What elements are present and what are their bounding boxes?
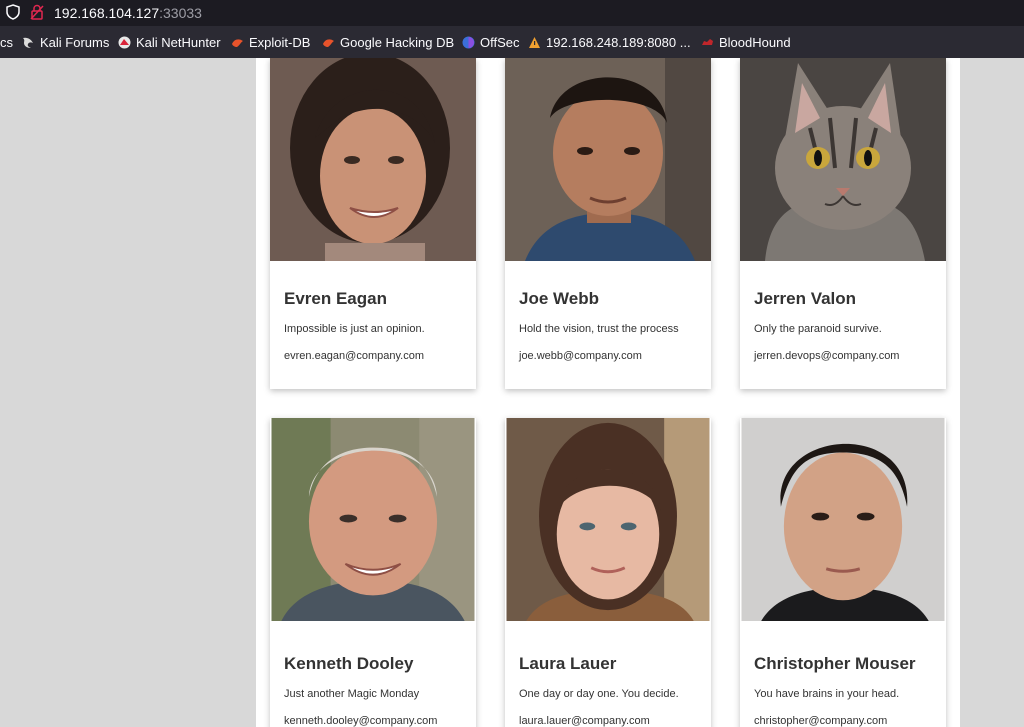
member-name: Laura Lauer bbox=[519, 654, 617, 673]
member-quote: One day or day one. You decide. bbox=[519, 688, 679, 700]
team-card: Evren Eagan Impossible is just an opinio… bbox=[270, 58, 476, 389]
member-name: Evren Eagan bbox=[284, 289, 387, 308]
bookmark-label: 192.168.248.189:8080 ... bbox=[546, 35, 691, 50]
exploit-db-icon bbox=[231, 36, 244, 49]
bookmarks-toolbar: cs Kali Forums Kali NetHunter Exploit-DB… bbox=[0, 26, 1024, 58]
member-quote: Only the paranoid survive. bbox=[754, 323, 882, 335]
bookmark-label: Google Hacking DB bbox=[340, 35, 455, 50]
nethunter-icon bbox=[118, 36, 131, 49]
member-email: kenneth.dooley@company.com bbox=[284, 715, 438, 727]
member-email: christopher@company.com bbox=[754, 715, 888, 727]
bookmark-exploit-db[interactable]: Exploit-DB bbox=[231, 35, 310, 50]
bookmark-label: Kali NetHunter bbox=[136, 35, 221, 50]
ghdb-icon bbox=[322, 36, 335, 49]
bookmark-docs[interactable]: cs bbox=[0, 35, 13, 50]
member-name: Christopher Mouser bbox=[754, 654, 916, 673]
bookmark-label: OffSec bbox=[480, 35, 520, 50]
member-name: Kenneth Dooley bbox=[284, 654, 414, 673]
insecure-lock-icon[interactable] bbox=[30, 4, 44, 25]
team-card: Joe Webb Hold the vision, trust the proc… bbox=[505, 58, 711, 389]
bookmark-192-168-248-189[interactable]: 192.168.248.189:8080 ... bbox=[528, 35, 691, 50]
bookmark-bloodhound[interactable]: BloodHound bbox=[701, 35, 791, 50]
profile-photo bbox=[271, 418, 475, 621]
kali-dragon-icon bbox=[22, 36, 35, 49]
member-quote: Just another Magic Monday bbox=[284, 688, 420, 700]
member-name: Joe Webb bbox=[519, 289, 599, 308]
bookmark-label: Exploit-DB bbox=[249, 35, 311, 50]
page-viewport: Evren Eagan Impossible is just an opinio… bbox=[0, 58, 1024, 727]
member-quote: Hold the vision, trust the process bbox=[519, 323, 679, 335]
team-card: Christopher Mouser You have brains in yo… bbox=[740, 418, 946, 727]
member-quote: You have brains in your head. bbox=[754, 688, 900, 700]
member-email: jerren.devops@company.com bbox=[754, 350, 900, 362]
profile-photo bbox=[740, 58, 946, 261]
team-card: Jerren Valon Only the paranoid survive. … bbox=[740, 58, 946, 389]
profile-photo bbox=[270, 58, 476, 261]
bookmark-google-hacking-db[interactable]: Google Hacking DB bbox=[322, 35, 454, 50]
member-email: evren.eagan@company.com bbox=[284, 350, 424, 362]
bloodhound-icon bbox=[701, 36, 714, 49]
bookmark-kali-forums[interactable]: Kali Forums bbox=[22, 35, 109, 50]
warning-icon bbox=[528, 36, 541, 49]
bookmark-label: BloodHound bbox=[719, 35, 791, 50]
offsec-icon bbox=[462, 36, 475, 49]
team-card: Kenneth Dooley Just another Magic Monday… bbox=[270, 418, 476, 727]
member-email: joe.webb@company.com bbox=[519, 350, 642, 362]
member-quote: Impossible is just an opinion. bbox=[284, 323, 425, 335]
bookmark-label: Kali Forums bbox=[40, 35, 110, 50]
team-card: Laura Lauer One day or day one. You deci… bbox=[505, 418, 711, 727]
url-port: :33033 bbox=[159, 5, 202, 21]
member-email: laura.lauer@company.com bbox=[519, 715, 650, 727]
url-host: 192.168.104.127 bbox=[54, 5, 160, 21]
url-text[interactable]: 192.168.104.127:33033 bbox=[54, 5, 202, 21]
bookmark-label: cs bbox=[0, 35, 13, 50]
member-name: Jerren Valon bbox=[754, 289, 857, 308]
url-bar[interactable]: 192.168.104.127:33033 bbox=[0, 0, 1024, 26]
shield-icon[interactable] bbox=[6, 4, 20, 25]
profile-photo bbox=[505, 58, 711, 261]
bookmark-offsec[interactable]: OffSec bbox=[462, 35, 520, 50]
profile-photo bbox=[506, 418, 710, 621]
bookmark-kali-nethunter[interactable]: Kali NetHunter bbox=[118, 35, 221, 50]
profile-photo bbox=[741, 418, 945, 621]
page-gutter bbox=[960, 58, 1024, 727]
